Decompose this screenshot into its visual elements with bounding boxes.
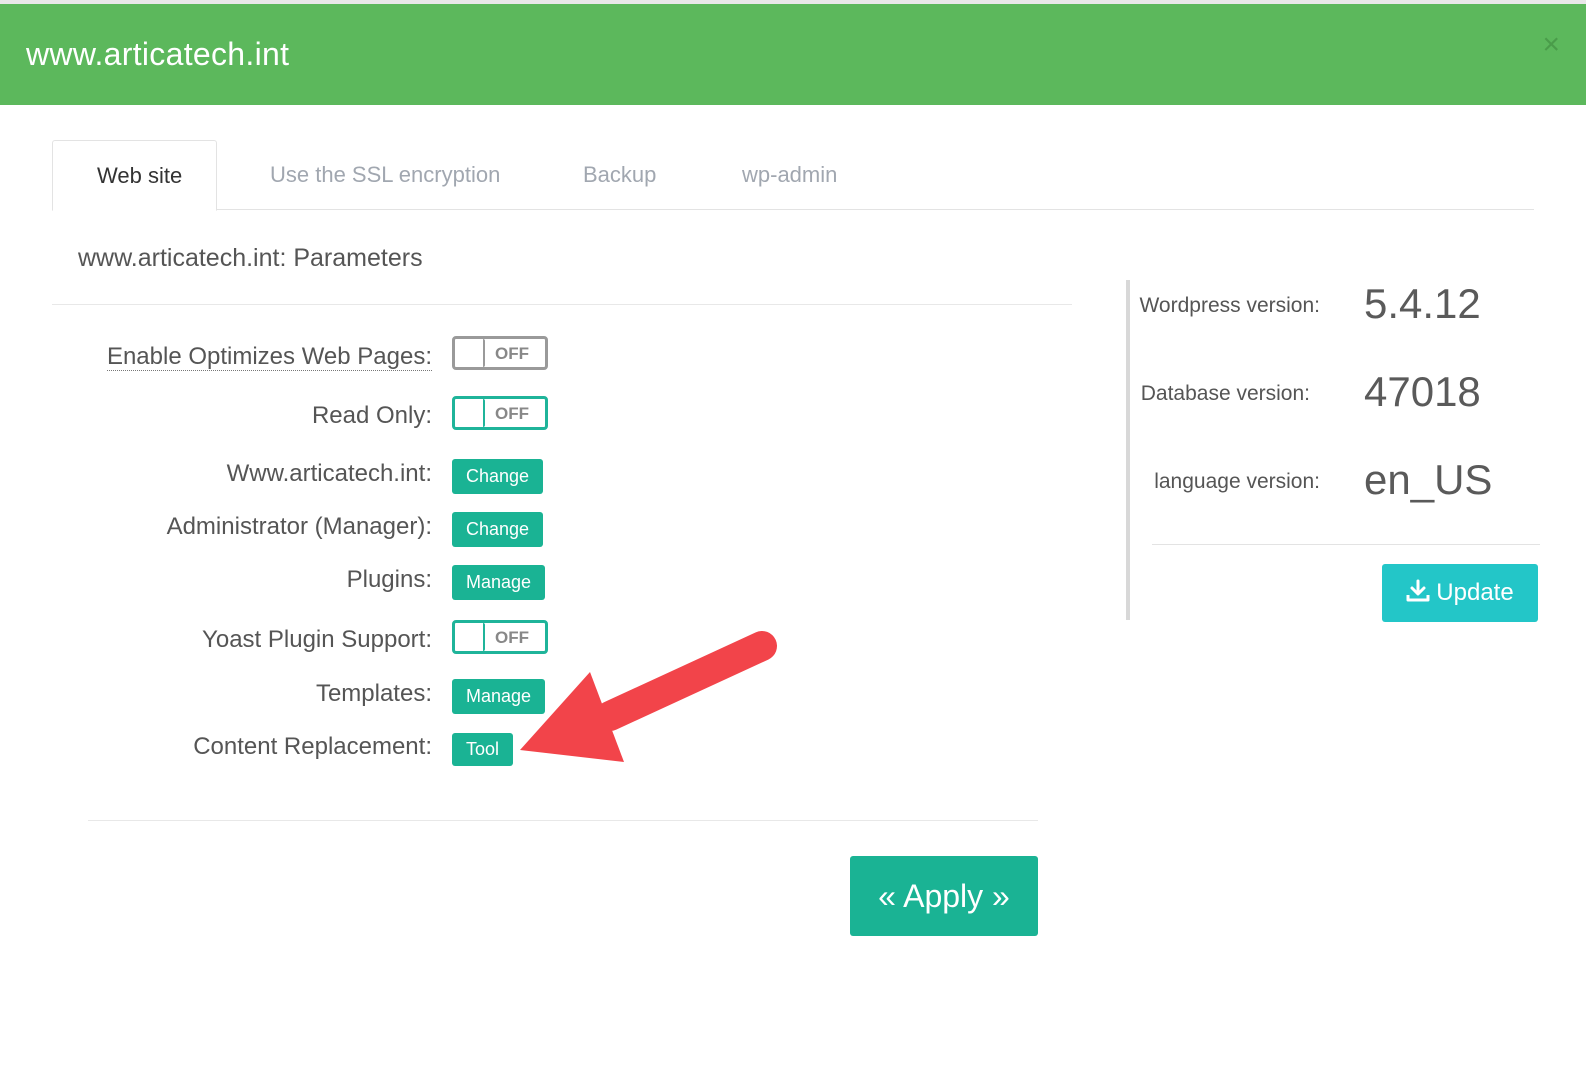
tab-ssl-encryption[interactable]: Use the SSL encryption (270, 140, 500, 210)
divider (52, 304, 1072, 305)
label-enable-optimizes: Enable Optimizes Web Pages: (106, 343, 432, 371)
apply-button[interactable]: « Apply » (850, 856, 1038, 936)
database-version-label: Database version: (1140, 382, 1310, 405)
label-content-replacement: Content Replacement: (193, 733, 432, 760)
change-administrator-button[interactable]: Change (452, 512, 544, 547)
label-plugins: Plugins: (346, 566, 432, 593)
label-administrator: Administrator (Manager): (166, 513, 432, 540)
toggle-enable-optimizes[interactable]: OFF (452, 336, 548, 370)
label-read-only: Read Only: (311, 402, 432, 429)
modal-header: www.articatech.int × (0, 4, 1586, 105)
language-version-value: en_US (1364, 456, 1493, 503)
annotation-arrow-icon (520, 631, 777, 762)
divider (88, 820, 1038, 821)
update-button-label: Update (1436, 579, 1514, 606)
change-website-button[interactable]: Change (452, 459, 544, 494)
parameters-title: www.articatech.int: Parameters (78, 244, 423, 272)
label-yoast-support: Yoast Plugin Support: (202, 626, 432, 653)
wordpress-version-row: Wordpress version: 5.4.12 (1130, 280, 1540, 340)
row-website-name: Www.articatech.int: Change (0, 459, 1000, 499)
version-info-panel: Wordpress version: 5.4.12 Database versi… (1126, 280, 1540, 622)
toggle-state: OFF (495, 344, 529, 363)
modal-title: www.articatech.int (26, 36, 290, 72)
wordpress-version-label: Wordpress version: (1139, 294, 1320, 317)
tab-backup[interactable]: Backup (583, 140, 656, 210)
row-read-only: Read Only: OFF (0, 396, 1000, 436)
manage-plugins-button[interactable]: Manage (452, 565, 546, 600)
database-version-value: 47018 (1364, 368, 1481, 415)
toggle-knob (455, 399, 485, 427)
toggle-state: OFF (495, 404, 529, 423)
update-button[interactable]: Update (1382, 564, 1538, 622)
language-version-row: language version: en_US (1130, 456, 1540, 516)
row-administrator: Administrator (Manager): Change (0, 512, 1000, 552)
toggle-knob (455, 623, 485, 651)
tab-bar: Web site Use the SSL encryption Backup w… (52, 140, 1534, 211)
close-button[interactable]: × (1542, 30, 1560, 60)
download-icon (1406, 579, 1430, 602)
row-enable-optimizes: Enable Optimizes Web Pages: OFF (0, 336, 1000, 376)
wordpress-version-value: 5.4.12 (1364, 280, 1481, 327)
tab-web-site[interactable]: Web site (52, 140, 218, 211)
toggle-knob (455, 339, 485, 367)
toggle-read-only[interactable]: OFF (452, 396, 548, 430)
divider (1152, 544, 1540, 545)
label-website-name: Www.articatech.int: (226, 460, 432, 487)
database-version-row: Database version: 47018 (1130, 368, 1540, 428)
tab-wp-admin[interactable]: wp-admin (742, 140, 837, 210)
label-templates: Templates: (315, 680, 432, 707)
row-plugins: Plugins: Manage (0, 565, 1000, 605)
language-version-label: language version: (1154, 470, 1320, 493)
